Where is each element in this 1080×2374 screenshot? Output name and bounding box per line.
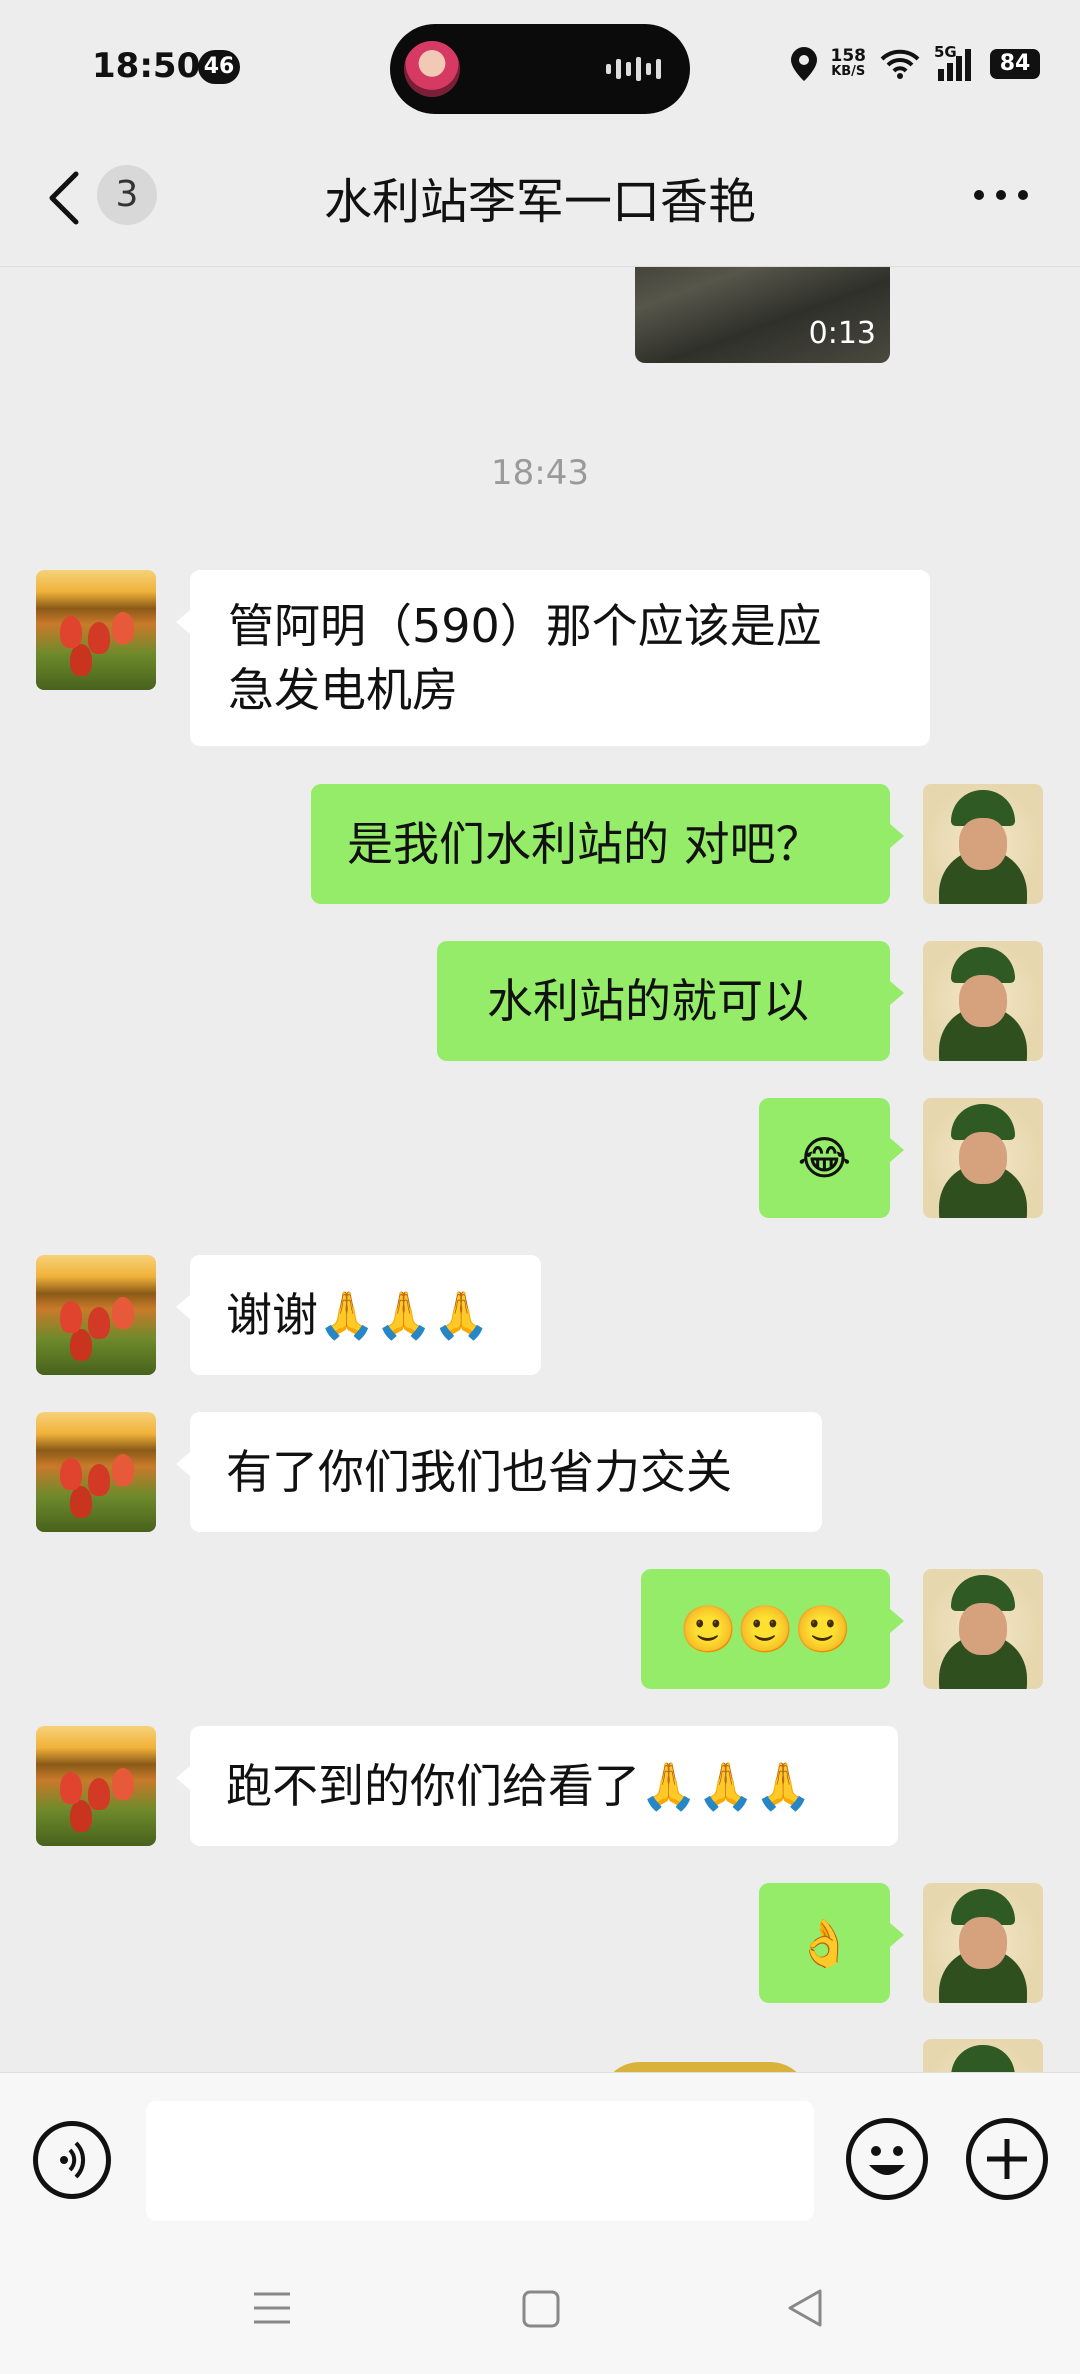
message-bubble[interactable]: 跑不到的你们给看了🙏🙏🙏: [176, 1726, 898, 1846]
wifi-icon: [880, 49, 920, 79]
back-triangle-icon[interactable]: [786, 2288, 824, 2328]
voice-icon[interactable]: [33, 2121, 111, 2199]
input-bar: [0, 2072, 1080, 2241]
music-avatar-icon: [404, 41, 460, 97]
message-bubble[interactable]: 管阿明（590）那个应该是应 急发电机房: [176, 570, 930, 746]
plus-icon[interactable]: [966, 2118, 1048, 2200]
dynamic-island[interactable]: [390, 24, 690, 114]
chat-title: 水利站李军一口香艳: [323, 174, 756, 230]
message-text: 是我们水利站的 对吧？: [347, 817, 822, 871]
status-icons: 158 KB/S 5G 84: [790, 43, 1040, 84]
contact-avatar[interactable]: [36, 1726, 156, 1846]
self-avatar[interactable]: [923, 1569, 1043, 1689]
status-time: 18:50: [92, 46, 201, 86]
partial-image-message[interactable]: [600, 2062, 810, 2072]
message-text: 😂: [797, 1131, 852, 1185]
message-text: 跑不到的你们给看了🙏🙏🙏: [226, 1759, 812, 1813]
audio-wave-icon: [606, 56, 662, 82]
chat-header: 3 水利站李军一口香艳: [0, 130, 1080, 267]
message-text: 🙂🙂🙂: [679, 1602, 852, 1656]
self-avatar[interactable]: [923, 1098, 1043, 1218]
signal-icon: 5G: [934, 43, 976, 81]
message-bubble[interactable]: 是我们水利站的 对吧？: [311, 784, 904, 904]
message-bubble[interactable]: 水利站的就可以: [437, 941, 904, 1061]
message-text: 谢谢🙏🙏🙏: [226, 1288, 490, 1342]
message-bubble[interactable]: 😂: [759, 1098, 904, 1218]
self-avatar[interactable]: [923, 1883, 1043, 2003]
system-nav-bar: [0, 2240, 1080, 2374]
message-bubble[interactable]: 🙂🙂🙂: [641, 1569, 904, 1689]
message-input[interactable]: [146, 2101, 814, 2221]
notification-count-badge: 46: [198, 50, 240, 84]
message-text: 有了你们我们也省力交关: [226, 1445, 732, 1499]
video-message[interactable]: 0:13: [635, 267, 890, 363]
message-timestamp: 18:43: [491, 453, 589, 493]
emoji-icon[interactable]: [846, 2118, 928, 2200]
contact-avatar[interactable]: [36, 1255, 156, 1375]
net-speed: 158 KB/S: [831, 48, 867, 80]
contact-avatar[interactable]: [36, 1412, 156, 1532]
more-dots-icon[interactable]: [974, 190, 1028, 200]
self-avatar[interactable]: [923, 784, 1043, 904]
battery-indicator: 84: [990, 49, 1040, 79]
net-speed-unit: KB/S: [831, 64, 866, 79]
message-list[interactable]: 0:13 18:43 管阿明（590）那个应该是应 急发电机房 是我们水利站的 …: [0, 267, 1080, 2072]
video-duration: 0:13: [808, 316, 876, 351]
self-avatar[interactable]: [923, 2039, 1043, 2072]
message-text: 👌: [795, 1916, 854, 1970]
message-text: 水利站的就可以: [487, 974, 809, 1028]
menu-icon[interactable]: [252, 2290, 292, 2326]
message-text: 管阿明（590）那个应该是应 急发电机房: [228, 599, 822, 717]
location-icon: [790, 47, 817, 81]
signal-label: 5G: [934, 43, 957, 61]
net-speed-value: 158: [830, 46, 867, 66]
message-bubble[interactable]: 👌: [759, 1883, 904, 2003]
home-icon[interactable]: [522, 2290, 560, 2328]
self-avatar[interactable]: [923, 941, 1043, 1061]
message-bubble[interactable]: 有了你们我们也省力交关: [176, 1412, 822, 1532]
message-bubble[interactable]: 谢谢🙏🙏🙏: [176, 1255, 541, 1375]
contact-avatar[interactable]: [36, 570, 156, 690]
status-bar: 18:50 46 158 KB/S 5G 84: [0, 0, 1080, 130]
